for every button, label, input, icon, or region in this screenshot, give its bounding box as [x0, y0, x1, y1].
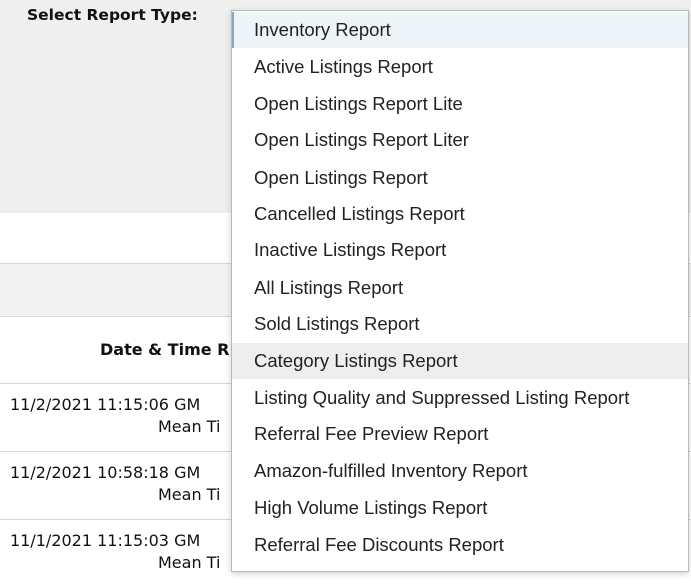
row-date: 11/1/2021 11:15:03 GM	[10, 531, 201, 550]
option-listing-quality-suppressed-report[interactable]: Listing Quality and Suppressed Listing R…	[232, 380, 688, 416]
option-high-volume-listings-report[interactable]: High Volume Listings Report	[232, 490, 688, 526]
option-active-listings-report[interactable]: Active Listings Report	[232, 49, 688, 85]
option-category-listings-report[interactable]: Category Listings Report	[232, 343, 688, 379]
row-date: 11/2/2021 11:15:06 GM	[10, 395, 201, 414]
option-open-listings-report-liter[interactable]: Open Listings Report Liter	[232, 122, 688, 158]
option-referral-fee-preview-report[interactable]: Referral Fee Preview Report	[232, 416, 688, 452]
option-inventory-report[interactable]: Inventory Report	[232, 12, 688, 48]
row-timezone: Mean Ti	[158, 485, 221, 504]
option-referral-fee-discounts-report[interactable]: Referral Fee Discounts Report	[232, 527, 688, 563]
column-header-date-time[interactable]: Date & Time R	[100, 340, 229, 359]
option-sold-listings-report[interactable]: Sold Listings Report	[232, 306, 688, 342]
option-all-listings-report[interactable]: All Listings Report	[232, 270, 688, 306]
row-date: 11/2/2021 10:58:18 GM	[10, 463, 201, 482]
select-report-type-label: Select Report Type:	[27, 6, 198, 24]
option-cancelled-listings-report[interactable]: Cancelled Listings Report	[232, 196, 688, 232]
option-open-listings-report[interactable]: Open Listings Report	[232, 160, 688, 196]
report-type-dropdown-list[interactable]: Inventory Report Active Listings Report …	[231, 10, 689, 572]
row-timezone: Mean Ti	[158, 553, 221, 572]
row-timezone: Mean Ti	[158, 417, 221, 436]
option-open-listings-report-lite[interactable]: Open Listings Report Lite	[232, 86, 688, 122]
option-inactive-listings-report[interactable]: Inactive Listings Report	[232, 232, 688, 268]
option-amazon-fulfilled-inventory-report[interactable]: Amazon-fulfilled Inventory Report	[232, 453, 688, 489]
